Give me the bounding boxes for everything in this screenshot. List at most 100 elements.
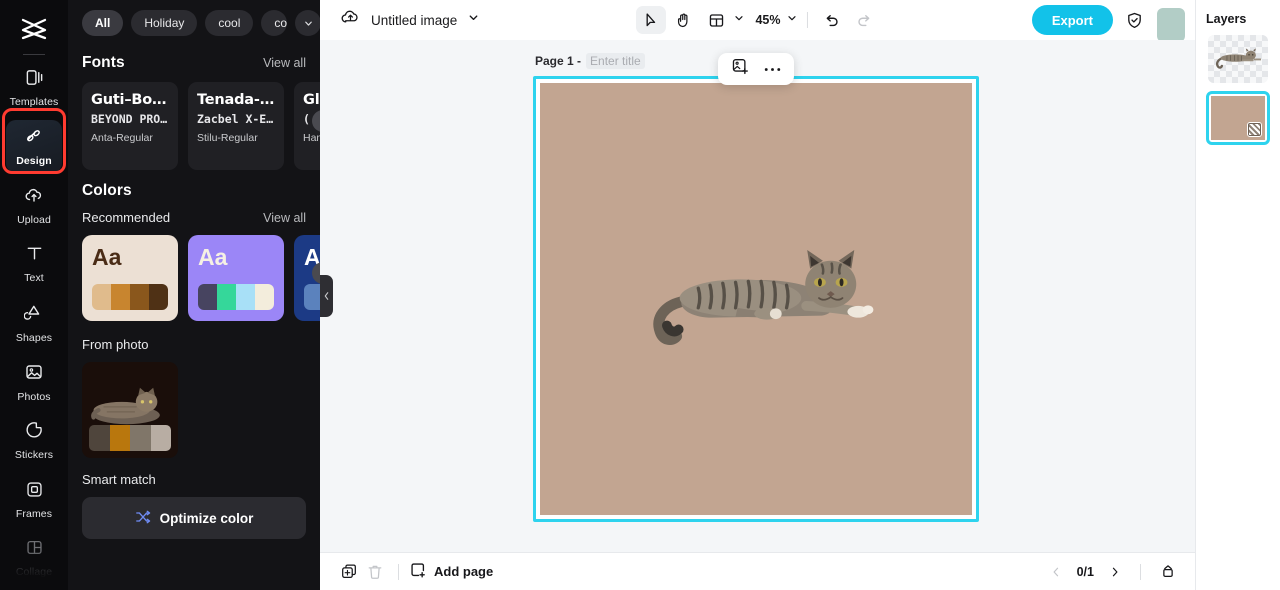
panel-bottom-fade (68, 574, 320, 590)
undo-icon[interactable] (817, 6, 847, 34)
design-icon (24, 126, 44, 151)
font-card[interactable]: Guti–Bo… BEYOND PRO… Anta-Regular (82, 82, 178, 170)
chevron-down-icon[interactable] (786, 11, 798, 29)
color-card-swatches (92, 284, 168, 310)
color-card[interactable]: Aa (82, 235, 178, 321)
fonts-view-all[interactable]: View all (263, 56, 306, 70)
ellipsis-icon[interactable] (763, 60, 782, 78)
photos-icon (24, 362, 44, 387)
canvas-area[interactable]: Page 1 - Enter title (320, 40, 1195, 552)
chip-holiday[interactable]: Holiday (131, 10, 198, 36)
shield-check-icon[interactable] (1121, 7, 1147, 33)
recommended-header: Recommended View all (68, 200, 320, 225)
sidebar-item-templates[interactable]: Templates (6, 61, 62, 115)
sidebar-item-label: Photos (17, 390, 51, 403)
layers-title: Layers (1206, 12, 1247, 26)
layer-transparency-badge (1247, 122, 1262, 137)
layer-thumbnail-cat (1215, 48, 1261, 69)
font-card-line2: BEYOND PRO… (91, 112, 168, 126)
page-number-label: Page 1 - (535, 54, 582, 68)
text-icon (25, 244, 44, 268)
image-add-icon[interactable] (731, 57, 750, 81)
avatar[interactable] (1157, 8, 1185, 42)
font-card-line3: Ham (303, 132, 320, 144)
from-photo-card[interactable] (82, 362, 178, 458)
add-page-label: Add page (434, 564, 494, 579)
redo-icon[interactable] (850, 6, 880, 34)
chevron-right-icon[interactable] (1104, 561, 1126, 583)
sidebar-item-collage[interactable]: Collage (6, 531, 62, 585)
templates-icon (25, 68, 44, 92)
sidebar-item-upload[interactable]: Upload (6, 178, 62, 232)
chip-all[interactable]: All (82, 10, 124, 36)
optimize-color-button[interactable]: Optimize color (82, 497, 306, 539)
zoom-level[interactable]: 45% (747, 13, 782, 27)
cloud-saved-icon[interactable] (340, 7, 361, 33)
colors-row[interactable]: Aa Aa A (68, 225, 320, 321)
sidebar-item-stickers[interactable]: Stickers (6, 414, 62, 468)
main-area: Untitled image 45% Export Page 1 - Enter… (320, 0, 1195, 590)
toolbar-divider (806, 12, 808, 28)
layout-icon[interactable] (701, 6, 731, 34)
chevron-down-icon[interactable] (732, 11, 744, 29)
selection-floating-toolbar (718, 53, 794, 85)
font-card-line1: Tenada-… (197, 92, 274, 108)
app-root: Templates Design Upload Text Shapes Phot… (0, 0, 1280, 590)
panel-collapse-handle[interactable] (320, 275, 333, 317)
sidebar-item-label: Templates (9, 96, 59, 109)
layer-item-background[interactable] (1206, 91, 1270, 145)
color-card-sample: Aa (92, 244, 122, 270)
cursor-arrow-icon[interactable] (635, 6, 666, 34)
capcut-logo-icon[interactable] (14, 12, 54, 46)
chevron-left-icon[interactable] (1045, 561, 1067, 583)
cat-artwork[interactable] (646, 247, 884, 351)
colors-view-all[interactable]: View all (263, 211, 306, 225)
trash-icon[interactable] (362, 559, 388, 585)
rail-divider (23, 53, 45, 55)
add-page-icon (409, 561, 427, 582)
duplicate-page-icon[interactable] (336, 559, 362, 585)
sidebar-item-frames[interactable]: Frames (6, 472, 62, 526)
topbar-right: Export (1031, 5, 1185, 42)
bottom-divider (398, 563, 399, 580)
hand-icon[interactable] (668, 6, 698, 34)
sidebar-item-label: Frames (15, 507, 53, 520)
sidebar-item-design[interactable]: Design (6, 119, 62, 174)
design-panel: All Holiday cool concise Fonts View all … (68, 0, 320, 590)
font-card-line1: Gl (303, 92, 320, 108)
color-card[interactable]: Aa (188, 235, 284, 321)
sidebar-item-label: Text (24, 272, 44, 285)
color-card-sample: Aa (198, 244, 228, 270)
layer-thumbnail-background (1211, 96, 1265, 140)
fonts-title: Fonts (82, 54, 125, 71)
bottom-divider (1140, 563, 1141, 580)
shuffle-icon (135, 509, 151, 528)
chevron-down-icon[interactable] (467, 11, 480, 29)
canvas-selection-frame[interactable] (533, 76, 979, 522)
page-title-input[interactable]: Enter title (586, 53, 645, 69)
frames-icon (25, 480, 44, 504)
pages-grid-icon[interactable] (1155, 559, 1181, 585)
font-card-line3: Anta-Regular (91, 132, 153, 144)
chip-cool[interactable]: cool (205, 10, 254, 36)
document-title[interactable]: Untitled image (371, 13, 457, 28)
chip-concise[interactable]: concise (261, 10, 288, 36)
chevron-down-icon[interactable] (295, 10, 320, 36)
sidebar-item-text[interactable]: Text (6, 237, 62, 291)
sidebar-item-label: Upload (17, 214, 51, 227)
fonts-section-header: Fonts View all (68, 42, 320, 72)
export-button[interactable]: Export (1031, 5, 1113, 35)
canvas-page[interactable] (540, 83, 972, 515)
sidebar-item-shapes[interactable]: Shapes (6, 296, 62, 350)
smart-match-label: Smart match (82, 472, 156, 487)
sidebar-item-label: Collage (15, 566, 53, 579)
fonts-row[interactable]: Guti–Bo… BEYOND PRO… Anta-Regular Tenada… (68, 72, 320, 170)
colors-title: Colors (82, 182, 132, 199)
add-page-button[interactable]: Add page (409, 561, 493, 582)
sidebar-item-photos[interactable]: Photos (6, 355, 62, 409)
left-rail: Templates Design Upload Text Shapes Phot… (0, 0, 68, 590)
sidebar-item-label: Design (16, 155, 52, 168)
layer-item-cat-cutout[interactable] (1208, 35, 1268, 83)
font-card[interactable]: Tenada-… Zacbel X-E… Stilu-Regular (188, 82, 284, 170)
layout-tool-group[interactable] (701, 6, 744, 34)
